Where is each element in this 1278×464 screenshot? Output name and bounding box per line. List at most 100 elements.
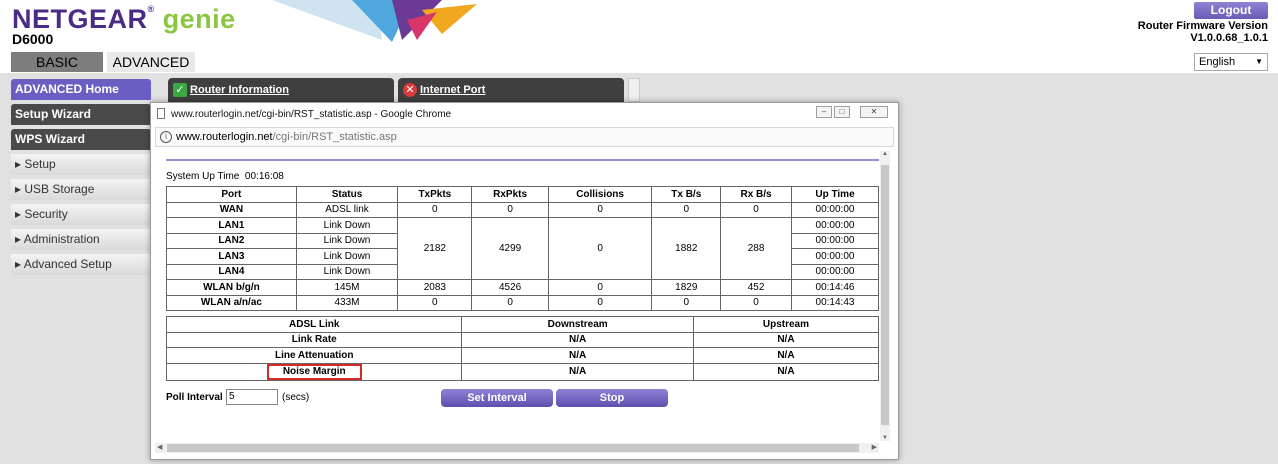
- txbs-cell: 0: [651, 294, 722, 311]
- table-header-row: ADSL Link Downstream Upstream: [165, 316, 880, 333]
- scroll-right-icon[interactable]: ▶: [872, 443, 877, 451]
- system-uptime: System Up Time 00:16:08: [166, 171, 879, 182]
- port-cell: LAN3: [166, 248, 297, 265]
- statistics-content: System Up Time 00:16:08 Port Status TxPk…: [165, 159, 880, 409]
- table-row: LAN1 Link Down 2182 4299 0 1882 288 00:0…: [166, 217, 879, 280]
- sidebar-item-setup[interactable]: ▸ Setup: [11, 154, 151, 175]
- poll-interval-input[interactable]: [226, 388, 278, 405]
- table-row: WAN ADSL link 0 0 0 0 0 00:00:00: [166, 201, 879, 218]
- sidebar-item-setup-wizard[interactable]: Setup Wizard: [11, 104, 151, 125]
- sidebar-item-security[interactable]: ▸ Security: [11, 204, 151, 225]
- rxbs-cell: 452: [720, 279, 793, 296]
- minimize-icon[interactable]: –: [816, 106, 832, 118]
- upstream-cell: N/A: [692, 347, 880, 364]
- txbs-cell: 1829: [651, 279, 722, 296]
- col-rxpkts: RxPkts: [471, 186, 549, 203]
- uptime-cell: 00:00:00: [791, 201, 879, 218]
- scroll-thumb[interactable]: [881, 165, 889, 425]
- language-select[interactable]: English ▼: [1194, 53, 1268, 71]
- collisions-cell: 0: [547, 217, 653, 280]
- adsl-label-cell: Link Rate: [165, 331, 463, 348]
- status-cell: Link Down: [295, 263, 399, 280]
- scroll-thumb[interactable]: [167, 444, 859, 452]
- col-downstream: Downstream: [461, 316, 694, 333]
- rxbs-cell: 0: [720, 201, 793, 218]
- collisions-cell: 0: [547, 201, 653, 218]
- port-cell: WLAN b/g/n: [166, 279, 297, 296]
- sidebar-item-usb-storage[interactable]: ▸ USB Storage: [11, 179, 151, 200]
- txpkts-cell: 0: [397, 294, 473, 311]
- window-controls: – □ ✕: [816, 106, 888, 118]
- downstream-cell: N/A: [461, 347, 694, 364]
- port-statistics-table: Port Status TxPkts RxPkts Collisions Tx …: [166, 186, 879, 311]
- popup-titlebar[interactable]: www.routerlogin.net/cgi-bin/RST_statisti…: [151, 103, 898, 125]
- status-cell: Link Down: [295, 217, 399, 234]
- col-adsl-link: ADSL Link: [165, 316, 463, 333]
- router-information-panel: ✓ Router Information: [168, 78, 394, 102]
- rxpkts-cell: 4299: [471, 217, 549, 280]
- rxbs-cell: 0: [720, 294, 793, 311]
- internet-port-link[interactable]: Internet Port: [420, 84, 485, 96]
- set-interval-button[interactable]: Set Interval: [441, 388, 553, 407]
- sidebar-item-administration[interactable]: ▸ Administration: [11, 229, 151, 250]
- firmware-version: V1.0.0.68_1.0.1: [1190, 32, 1268, 44]
- scroll-left-icon[interactable]: ◀: [157, 443, 162, 451]
- scroll-down-icon[interactable]: ▼: [880, 435, 890, 441]
- scroll-up-icon[interactable]: ▲: [880, 151, 890, 157]
- firmware-label: Router Firmware Version: [1137, 20, 1268, 32]
- uptime-cell: 00:00:00: [791, 263, 879, 280]
- info-icon[interactable]: i: [160, 131, 172, 143]
- txpkts-cell: 2182: [397, 217, 473, 280]
- poll-interval-row: Poll Interval : (secs) Set Interval Stop: [166, 388, 879, 409]
- table-row: Line Attenuation N/A N/A: [165, 347, 880, 364]
- main-tabs: BASIC ADVANCED: [11, 52, 195, 72]
- tab-basic[interactable]: BASIC: [11, 52, 103, 72]
- uptime-cell: 00:00:00: [791, 232, 879, 249]
- sidebar-item-wps-wizard[interactable]: WPS Wizard: [11, 129, 151, 150]
- noise-margin-highlight: Noise Margin: [266, 363, 362, 380]
- txpkts-cell: 2083: [397, 279, 473, 296]
- status-cell: Link Down: [295, 232, 399, 249]
- close-icon[interactable]: ✕: [860, 106, 888, 118]
- poll-interval-unit: (secs): [282, 391, 310, 403]
- col-uptime: Up Time: [791, 186, 879, 203]
- port-cell: LAN1: [166, 217, 297, 234]
- sidebar-item-advanced-home[interactable]: ADVANCED Home: [11, 79, 151, 100]
- model-name: D6000: [12, 31, 54, 47]
- uptime-cell: 00:00:00: [791, 248, 879, 265]
- col-status: Status: [295, 186, 399, 203]
- stop-button[interactable]: Stop: [556, 388, 668, 407]
- uptime-cell: 00:00:00: [791, 217, 879, 234]
- check-icon: ✓: [173, 83, 187, 97]
- sidebar: ADVANCED Home Setup Wizard WPS Wizard ▸ …: [11, 79, 151, 279]
- banner-graphic: [272, 0, 477, 42]
- col-port: Port: [166, 186, 297, 203]
- adsl-link-table: ADSL Link Downstream Upstream Link Rate …: [165, 316, 880, 381]
- maximize-icon[interactable]: □: [834, 106, 850, 118]
- internet-port-panel: ✕ Internet Port: [398, 78, 624, 102]
- popup-address-bar[interactable]: i www.routerlogin.net/cgi-bin/RST_statis…: [155, 127, 894, 147]
- popup-window-title: www.routerlogin.net/cgi-bin/RST_statisti…: [171, 109, 452, 120]
- logout-button[interactable]: Logout: [1194, 2, 1268, 19]
- popup-vertical-scrollbar[interactable]: ▲ ▼: [880, 151, 890, 441]
- dropdown-arrow-icon: ▼: [1255, 57, 1263, 66]
- page-scrollbar[interactable]: [628, 78, 640, 102]
- status-cell: 433M: [295, 294, 399, 311]
- popup-horizontal-scrollbar[interactable]: ◀ ▶: [155, 443, 879, 453]
- uptime-cell: 00:14:43: [791, 294, 879, 311]
- sidebar-item-advanced-setup[interactable]: ▸ Advanced Setup: [11, 254, 151, 275]
- tab-advanced[interactable]: ADVANCED: [107, 52, 195, 72]
- col-upstream: Upstream: [692, 316, 880, 333]
- uptime-value: 00:16:08: [244, 171, 284, 182]
- txbs-cell: 0: [651, 201, 722, 218]
- rxpkts-cell: 0: [471, 201, 549, 218]
- status-cell: ADSL link: [295, 201, 399, 218]
- col-rxbs: Rx B/s: [720, 186, 793, 203]
- collisions-cell: 0: [547, 279, 653, 296]
- router-information-link[interactable]: Router Information: [190, 84, 289, 96]
- upstream-cell: N/A: [692, 362, 880, 381]
- table-row: WLAN b/g/n 145M 2083 4526 0 1829 452 00:…: [166, 279, 879, 296]
- table-header-row: Port Status TxPkts RxPkts Collisions Tx …: [166, 186, 879, 203]
- col-txpkts: TxPkts: [397, 186, 473, 203]
- error-x-icon: ✕: [403, 83, 417, 97]
